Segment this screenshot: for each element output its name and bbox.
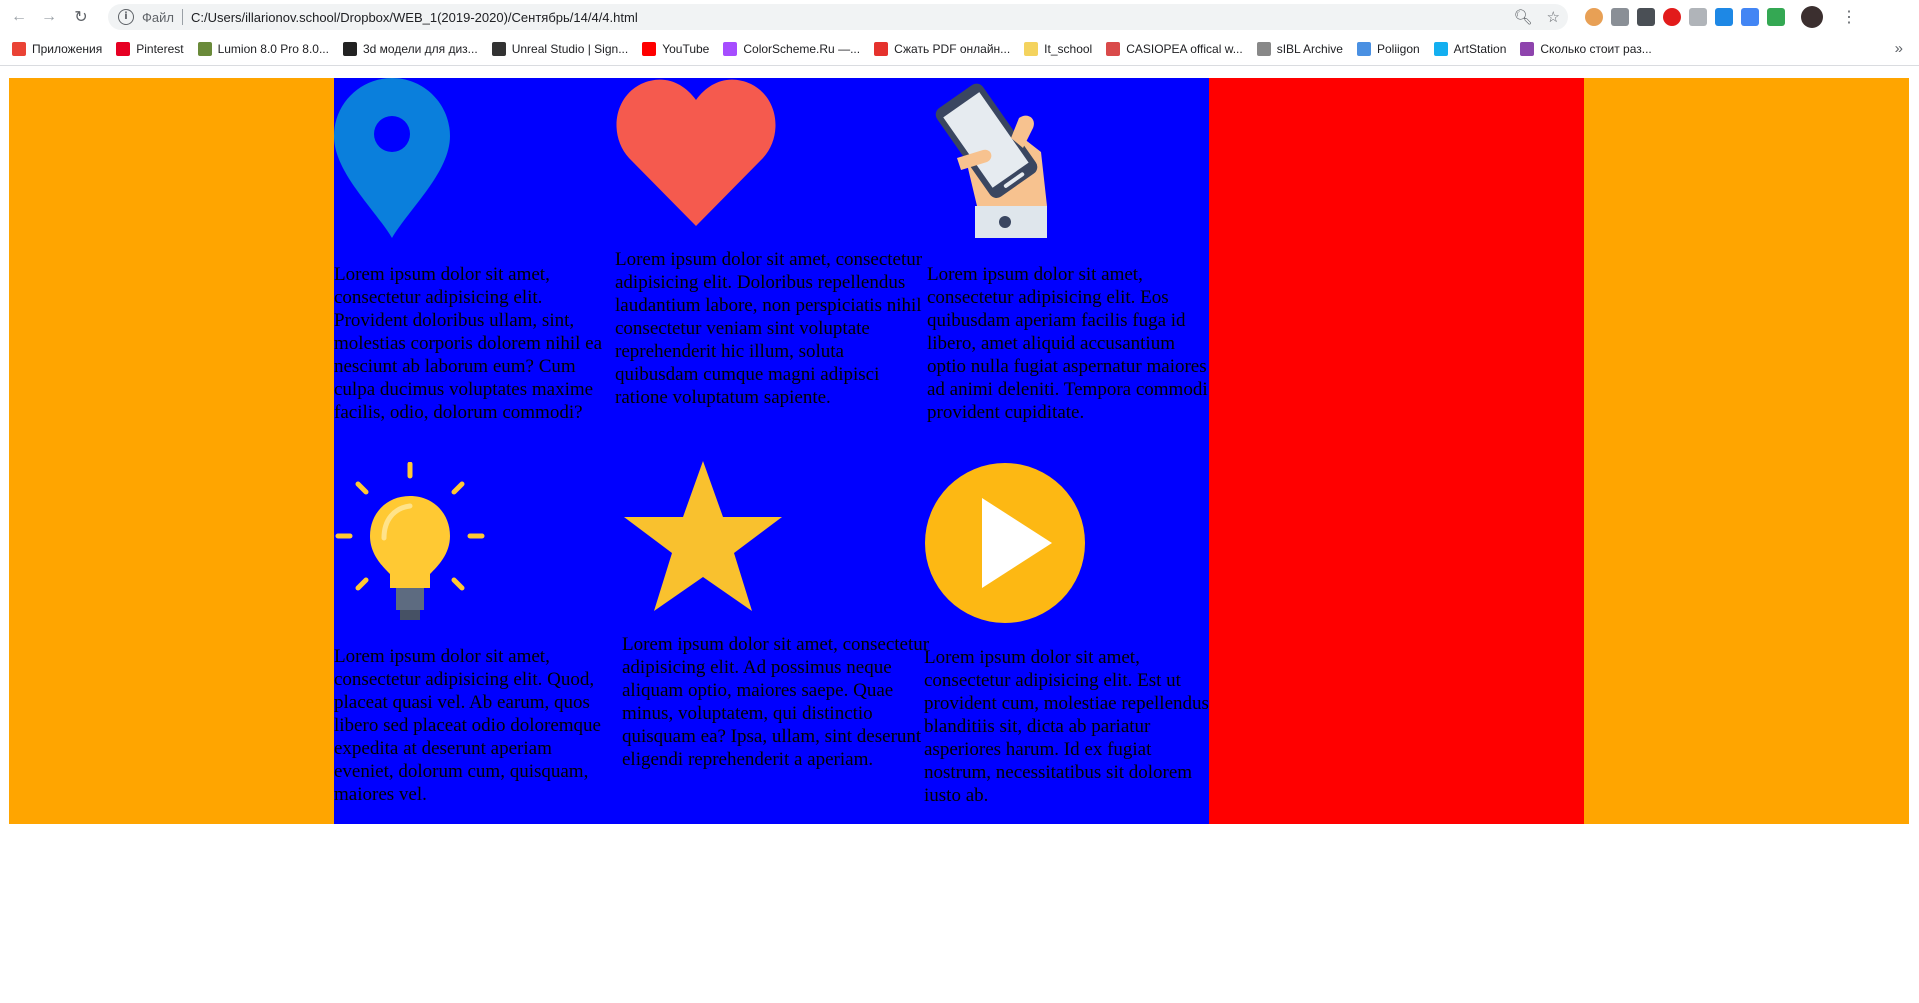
bookmark-pinterest[interactable]: Pinterest xyxy=(116,42,184,56)
bookmark-label: Pinterest xyxy=(136,42,184,56)
camera-extension-icon[interactable] xyxy=(1611,8,1629,26)
star-icon xyxy=(624,461,782,611)
page-viewport: Lorem ipsum dolor sit amet, consectetur … xyxy=(0,66,1919,1003)
heart-icon xyxy=(616,79,776,226)
bookmark-apps[interactable]: Приложения xyxy=(12,42,102,56)
card-text: Lorem ipsum dolor sit amet, consectetur … xyxy=(334,646,601,805)
card-text: Lorem ipsum dolor sit amet, consectetur … xyxy=(924,647,1209,806)
globe-icon xyxy=(1520,42,1535,56)
menu-kebab-icon[interactable]: ⋮ xyxy=(1841,7,1857,27)
bookmark-it-school[interactable]: It_school xyxy=(1024,42,1092,56)
unreal-icon xyxy=(491,42,506,56)
colorscheme-icon xyxy=(723,42,738,56)
bookmark-cost[interactable]: Сколько стоит раз... xyxy=(1520,42,1652,56)
red-column xyxy=(1209,78,1584,824)
poliigon-icon xyxy=(1356,42,1371,56)
bookmark-artstation[interactable]: ArtStation xyxy=(1433,42,1507,56)
bookmark-colorscheme[interactable]: ColorScheme.Ru —... xyxy=(723,42,860,56)
light-bulb-icon xyxy=(335,462,485,620)
shield-extension-icon[interactable] xyxy=(1637,8,1655,26)
bookmark-poliigon[interactable]: Poliigon xyxy=(1356,42,1420,56)
bookmark-youtube[interactable]: YouTube xyxy=(642,42,709,56)
bookmark-label: Сжать PDF онлайн... xyxy=(894,42,1011,56)
bookmark-label: sIBL Archive xyxy=(1276,42,1343,56)
play-button-icon xyxy=(925,463,1085,623)
card-text: Lorem ipsum dolor sit amet, consectetur … xyxy=(334,264,603,423)
reload-icon[interactable]: ↻ xyxy=(68,4,94,30)
map-pin-icon xyxy=(334,78,450,238)
back-arrow-icon[interactable]: ← xyxy=(6,4,32,30)
bookmark-sibl-archive[interactable]: sIBL Archive xyxy=(1256,42,1343,56)
bookmark-label: YouTube xyxy=(662,42,710,56)
feature-card: Lorem ipsum dolor sit amet, consectetur … xyxy=(622,461,932,771)
bookmark-label: Unreal Studio | Sign... xyxy=(511,42,629,56)
artstation-icon xyxy=(1433,42,1448,56)
bookmark-unreal[interactable]: Unreal Studio | Sign... xyxy=(491,42,629,56)
forward-arrow-icon[interactable]: → xyxy=(36,4,62,30)
url-text[interactable]: C:/Users/illarionov.school/Dropbox/WEB_1… xyxy=(191,10,638,25)
card-text: Lorem ipsum dolor sit amet, consectetur … xyxy=(615,249,923,408)
bookmark-label: 3d модели для диз... xyxy=(362,42,478,56)
extensions-bar: ⋮ xyxy=(1585,4,1857,30)
bookmark-label: Приложения xyxy=(32,42,103,56)
bookmark-compress-pdf[interactable]: Сжать PDF онлайн... xyxy=(874,42,1010,56)
bookmarks-bar: Приложения Pinterest Lumion 8.0 Pro 8.0.… xyxy=(0,33,1919,66)
bookmark-label: ArtStation xyxy=(1453,42,1507,56)
site-info-icon[interactable]: i xyxy=(118,9,134,25)
pinterest-icon xyxy=(116,42,131,56)
address-bar[interactable]: i Файл C:/Users/illarionov.school/Dropbo… xyxy=(108,4,1568,30)
profile-avatar[interactable] xyxy=(1801,6,1823,28)
more-bookmarks-icon[interactable]: » xyxy=(1895,40,1903,57)
casiopea-icon xyxy=(1106,42,1121,56)
phone-in-hand-icon xyxy=(935,83,1047,238)
bookmark-label: Lumion 8.0 Pro 8.0... xyxy=(217,42,329,56)
bookmark-casiopea[interactable]: CASIOPEA offical w... xyxy=(1106,42,1243,56)
3d-models-icon xyxy=(342,42,357,56)
feature-card: Lorem ipsum dolor sit amet, consectetur … xyxy=(334,462,614,806)
send-extension-icon[interactable] xyxy=(1741,8,1759,26)
sibl-icon xyxy=(1256,42,1271,56)
url-divider xyxy=(181,9,183,25)
bookmark-label: Poliigon xyxy=(1376,42,1420,56)
extension-icon[interactable] xyxy=(1585,8,1603,26)
pen-extension-icon[interactable] xyxy=(1767,8,1785,26)
feature-card: Lorem ipsum dolor sit amet, consectetur … xyxy=(615,78,925,409)
folder-icon xyxy=(1024,42,1039,56)
bookmark-star-icon[interactable]: ☆ xyxy=(1547,8,1560,26)
new-badge-extension-icon[interactable] xyxy=(1715,8,1733,26)
pdf-icon xyxy=(874,42,889,56)
bookmark-3d-models[interactable]: 3d модели для диз... xyxy=(342,42,478,56)
bookmark-label: ColorScheme.Ru —... xyxy=(743,42,861,56)
feature-card: Lorem ipsum dolor sit amet, consectetur … xyxy=(924,462,1209,807)
adblock-extension-icon[interactable] xyxy=(1663,8,1681,26)
bookmark-label: Сколько стоит раз... xyxy=(1540,42,1652,56)
feature-card: Lorem ipsum dolor sit amet, consectetur … xyxy=(927,78,1209,424)
extension-icon[interactable] xyxy=(1689,8,1707,26)
card-text: Lorem ipsum dolor sit amet, consectetur … xyxy=(927,264,1208,423)
youtube-icon xyxy=(642,42,657,56)
browser-toolbar: ← → ↻ i Файл C:/Users/illarionov.school/… xyxy=(0,0,1919,33)
bookmark-label: CASIOPEA offical w... xyxy=(1126,42,1243,56)
card-text: Lorem ipsum dolor sit amet, consectetur … xyxy=(622,634,930,770)
feature-card: Lorem ipsum dolor sit amet, consectetur … xyxy=(334,78,614,424)
lumion-icon xyxy=(197,42,212,56)
bookmark-label: It_school xyxy=(1044,42,1093,56)
zoom-icon[interactable]: 🔍︎ xyxy=(1514,8,1533,26)
apps-grid-icon xyxy=(12,42,26,56)
url-scheme-label: Файл xyxy=(142,9,174,25)
bookmark-lumion[interactable]: Lumion 8.0 Pro 8.0... xyxy=(197,42,329,56)
